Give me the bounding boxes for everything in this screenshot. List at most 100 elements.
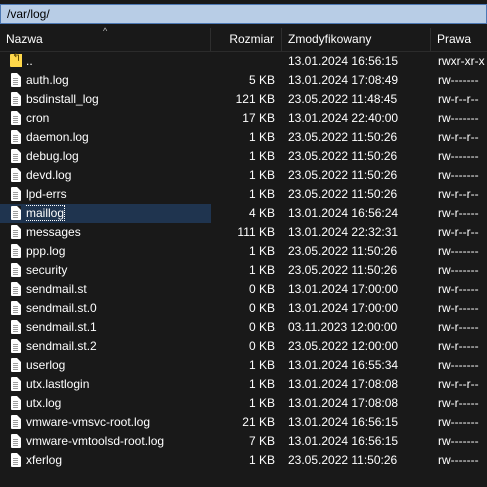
file-name[interactable]: sendmail.st.0 <box>26 299 210 318</box>
file-modified: 23.05.2022 11:50:26 <box>288 453 398 467</box>
file-name[interactable]: bsdinstall_log <box>26 90 210 109</box>
file-size: 0 KB <box>248 301 275 315</box>
file-modified: 13.01.2024 16:56:24 <box>288 206 399 220</box>
file-name[interactable]: cron <box>26 109 210 128</box>
file-name-text: vmware-vmtoolsd-root.log <box>26 434 165 448</box>
file-permissions: rw------- <box>438 263 479 277</box>
file-permissions: rw------- <box>438 434 479 448</box>
file-row[interactable]: sendmail.st.0 0 KB 13.01.2024 17:00:00 rw-r… <box>0 299 487 318</box>
file-row[interactable]: security 1 KB 23.05.2022 11:50:26 rw------- <box>0 261 487 280</box>
file-list[interactable]: .. 13.01.2024 16:56:15 rwxr-xr-x auth.log 5 … <box>0 52 487 487</box>
column-header-size-label: Rozmiar <box>229 32 274 46</box>
file-modified: 13.01.2024 17:00:00 <box>288 282 399 296</box>
column-header-name[interactable]: Nazwa ^ <box>0 26 211 51</box>
file-name[interactable]: vmware-vmtoolsd-root.log <box>26 432 210 451</box>
file-size: 1 KB <box>248 453 275 467</box>
file-name[interactable]: lpd-errs <box>26 185 210 204</box>
file-size: 121 KB <box>235 92 275 106</box>
file-permissions: rw-r--r-- <box>438 187 479 201</box>
file-modified: 23.05.2022 11:50:26 <box>288 187 398 201</box>
file-name[interactable]: sendmail.st.2 <box>26 337 210 356</box>
column-header-modified-label: Zmodyfikowany <box>288 32 372 46</box>
file-row[interactable]: sendmail.st 0 KB 13.01.2024 17:00:00 rw-r--… <box>0 280 487 299</box>
file-permissions: rw-r----- <box>438 282 479 296</box>
file-row[interactable]: utx.log 1 KB 13.01.2024 17:08:08 rw-r----- <box>0 394 487 413</box>
file-icon-cell <box>10 109 22 128</box>
column-header-modified[interactable]: Zmodyfikowany <box>282 28 431 51</box>
file-size: 21 KB <box>242 415 275 429</box>
file-row[interactable]: vmware-vmsvc-root.log 21 KB 13.01.2024 16:… <box>0 413 487 432</box>
file-row[interactable]: auth.log 5 KB 13.01.2024 17:08:49 rw------- <box>0 71 487 90</box>
path-input[interactable]: /var/log/ <box>0 4 487 24</box>
file-name-text: cron <box>26 111 50 125</box>
file-modified: 13.01.2024 22:32:31 <box>288 225 399 239</box>
file-row[interactable]: cron 17 KB 13.01.2024 22:40:00 rw------- <box>0 109 487 128</box>
file-row[interactable]: xferlog 1 KB 23.05.2022 11:50:26 rw------- <box>0 451 487 470</box>
file-name-text: .. <box>26 54 33 68</box>
file-name[interactable]: utx.lastlogin <box>26 375 210 394</box>
file-row[interactable]: userlog 1 KB 13.01.2024 16:55:34 rw------- <box>0 356 487 375</box>
file-name[interactable]: security <box>26 261 210 280</box>
file-name-text: vmware-vmsvc-root.log <box>26 415 151 429</box>
file-name[interactable]: vmware-vmsvc-root.log <box>26 413 210 432</box>
file-name[interactable]: daemon.log <box>26 128 210 147</box>
file-icon-cell <box>10 71 22 90</box>
file-size: 1 KB <box>248 130 275 144</box>
file-modified: 13.01.2024 16:56:15 <box>288 415 399 429</box>
file-icon-cell <box>10 90 22 109</box>
file-size: 7 KB <box>248 434 275 448</box>
file-size: 111 KB <box>237 225 275 239</box>
file-name[interactable]: .. <box>26 52 210 71</box>
file-row[interactable]: daemon.log 1 KB 23.05.2022 11:50:26 rw-r--r… <box>0 128 487 147</box>
file-row[interactable]: maillog 4 KB 13.01.2024 16:56:24 rw-r----- <box>0 204 487 223</box>
file-name[interactable]: maillog <box>26 204 210 223</box>
file-row[interactable]: devd.log 1 KB 23.05.2022 11:50:26 rw------- <box>0 166 487 185</box>
file-size: 0 KB <box>248 320 275 334</box>
file-size <box>212 52 275 71</box>
file-name[interactable]: utx.log <box>26 394 210 413</box>
file-row[interactable]: bsdinstall_log 121 KB 23.05.2022 11:48:45 r… <box>0 90 487 109</box>
file-icon <box>11 244 21 258</box>
file-row[interactable]: vmware-vmtoolsd-root.log 7 KB 13.01.2024 1… <box>0 432 487 451</box>
file-modified: 13.01.2024 17:08:49 <box>288 73 399 87</box>
file-name-text: sendmail.st <box>26 282 87 296</box>
file-name[interactable]: debug.log <box>26 147 210 166</box>
file-name[interactable]: userlog <box>26 356 210 375</box>
file-size: 1 KB <box>248 168 275 182</box>
file-icon <box>11 111 21 125</box>
file-name[interactable]: xferlog <box>26 451 210 470</box>
file-row[interactable]: debug.log 1 KB 23.05.2022 11:50:26 rw------… <box>0 147 487 166</box>
path-text: /var/log/ <box>7 7 50 21</box>
file-icon-cell <box>10 52 22 71</box>
file-row[interactable]: utx.lastlogin 1 KB 13.01.2024 17:08:08 rw-r… <box>0 375 487 394</box>
file-name[interactable]: ppp.log <box>26 242 210 261</box>
file-name[interactable]: auth.log <box>26 71 210 90</box>
file-row[interactable]: messages 111 KB 13.01.2024 22:32:31 rw-r--r… <box>0 223 487 242</box>
file-icon <box>11 358 21 372</box>
file-row[interactable]: lpd-errs 1 KB 23.05.2022 11:50:26 rw-r--r-- <box>0 185 487 204</box>
file-permissions: rw-r----- <box>438 206 479 220</box>
file-icon-cell <box>10 261 22 280</box>
file-row[interactable]: ppp.log 1 KB 23.05.2022 11:50:26 rw------- <box>0 242 487 261</box>
path-bar: /var/log/ <box>0 0 487 28</box>
file-name[interactable]: messages <box>26 223 210 242</box>
file-permissions: rw------- <box>438 244 479 258</box>
file-name-text: xferlog <box>26 453 63 467</box>
file-modified: 03.11.2023 12:00:00 <box>288 320 398 334</box>
file-icon <box>11 187 21 201</box>
file-name-text: auth.log <box>26 73 69 87</box>
file-size: 1 KB <box>248 396 275 410</box>
parent-directory-row[interactable]: .. 13.01.2024 16:56:15 rwxr-xr-x <box>0 52 487 71</box>
file-row[interactable]: sendmail.st.1 0 KB 03.11.2023 12:00:00 rw-r… <box>0 318 487 337</box>
file-row[interactable]: sendmail.st.2 0 KB 23.05.2022 12:00:00 rw-r… <box>0 337 487 356</box>
column-header-size[interactable]: Rozmiar <box>211 28 282 51</box>
file-permissions: rw------- <box>438 168 479 182</box>
column-header-permissions[interactable]: Prawa <box>431 28 487 51</box>
file-name[interactable]: devd.log <box>26 166 210 185</box>
file-icon <box>11 453 21 467</box>
file-name[interactable]: sendmail.st <box>26 280 210 299</box>
file-name[interactable]: sendmail.st.1 <box>26 318 210 337</box>
file-icon-cell <box>10 413 22 432</box>
file-icon-cell <box>10 280 22 299</box>
file-size: 17 KB <box>242 111 275 125</box>
